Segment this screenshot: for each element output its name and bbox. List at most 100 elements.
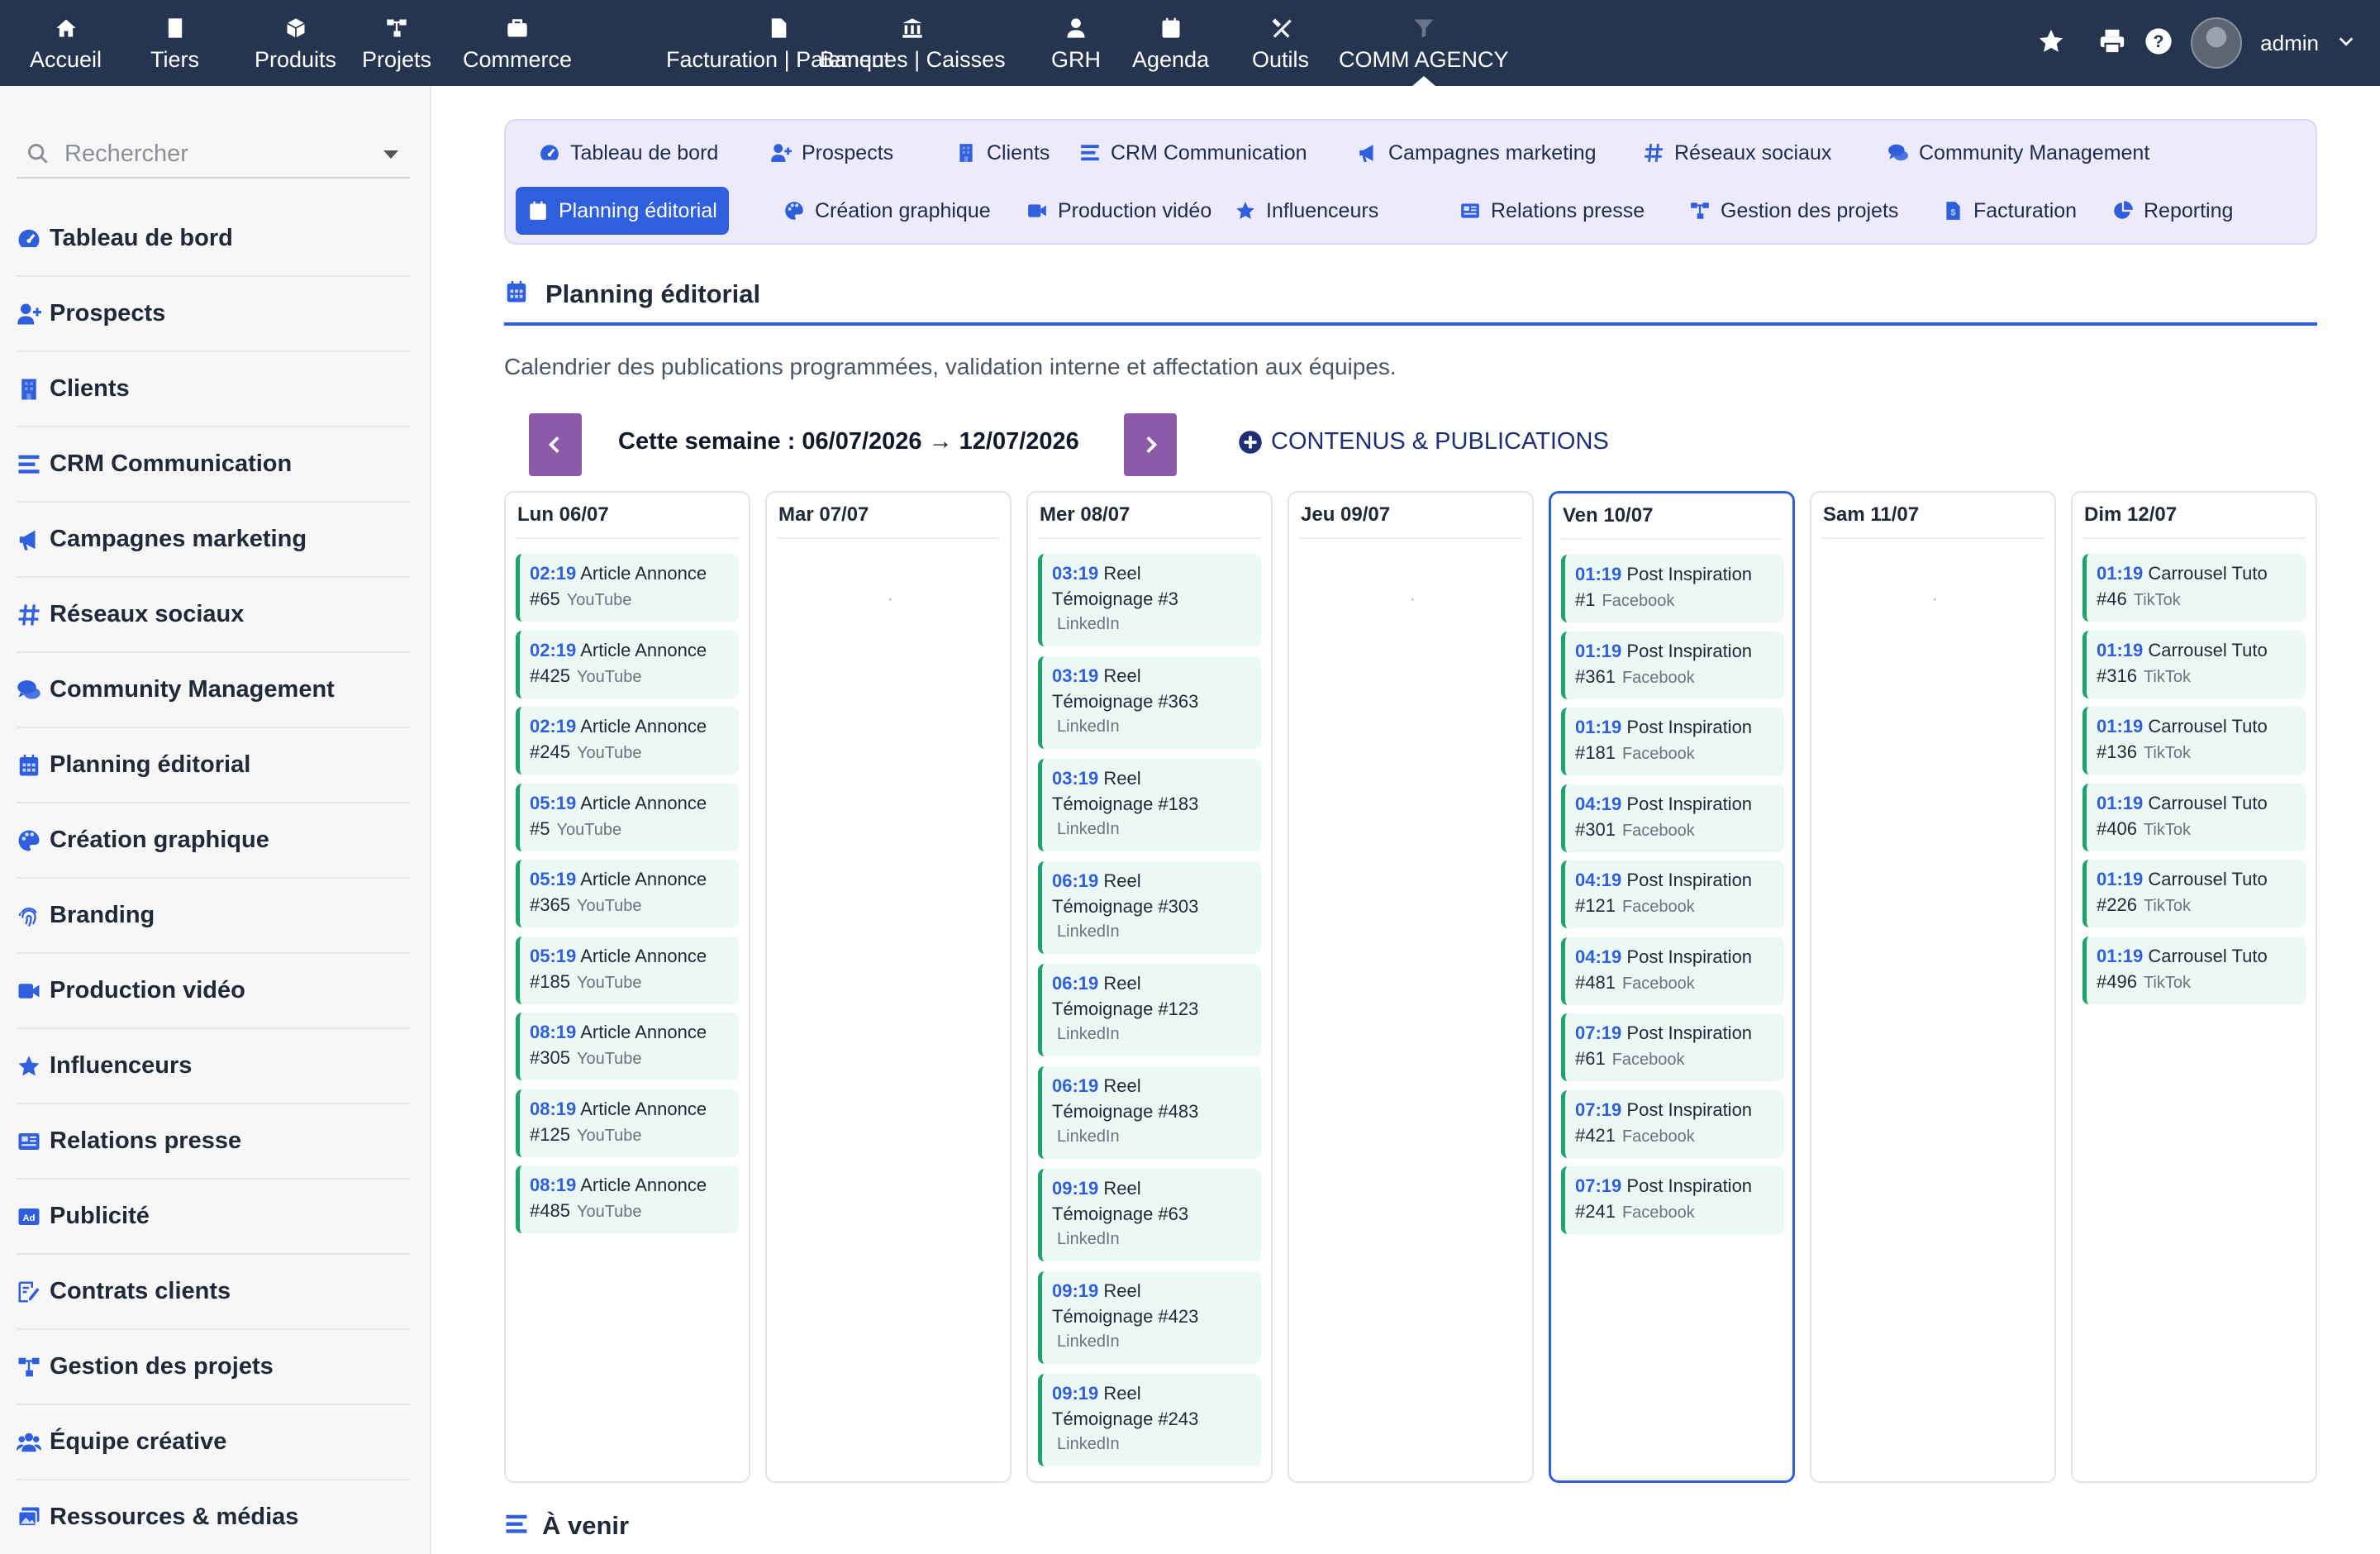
nav-grh[interactable]: GRH <box>1043 0 1109 86</box>
bookmark-star-icon[interactable] <box>2037 27 2065 60</box>
comments-icon <box>17 676 48 704</box>
post-card[interactable]: 06:19 Reel Témoignage #303 LinkedIn <box>1038 861 1261 954</box>
day-header: Ven 10/07 <box>1561 493 1783 540</box>
chevron-down-icon[interactable] <box>2337 32 2355 55</box>
tab-reporting[interactable]: Reporting <box>2101 187 2244 235</box>
tab-prospects[interactable]: Prospects <box>759 129 905 177</box>
sidebar-item-publicite[interactable]: Ad Publicité <box>17 1180 410 1255</box>
post-card[interactable]: 02:19 Article Annonce #245 YouTube <box>516 707 739 775</box>
post-time: 02:19 <box>530 716 577 736</box>
post-time: 04:19 <box>1575 870 1622 890</box>
sidebar-item-ressources-medias[interactable]: Ressources & médias <box>17 1480 410 1554</box>
tab-crm-communication[interactable]: CRM Communication <box>1068 129 1319 177</box>
sidebar-item-prospects[interactable]: Prospects <box>17 277 410 352</box>
user-name[interactable]: admin <box>2260 31 2319 56</box>
tab-planning-editorial[interactable]: Planning éditorial <box>516 187 729 235</box>
post-detail-line: #421 Facebook <box>1575 1123 1774 1150</box>
nav-banques-caisses[interactable]: Banques | Caisses <box>812 0 1014 86</box>
print-icon[interactable] <box>2098 27 2126 60</box>
post-detail-line: Témoignage #303 <box>1052 894 1251 919</box>
sidebar-item-campagnes-marketing[interactable]: Campagnes marketing <box>17 503 410 578</box>
sidebar-item-label: Gestion des projets <box>50 1353 274 1380</box>
nav-tiers[interactable]: Tiers <box>142 0 207 86</box>
sidebar-item-creation-graphique[interactable]: Création graphique <box>17 803 410 879</box>
sidebar-search[interactable]: Rechercher <box>17 131 410 179</box>
sidebar-item-gestion-des-projets[interactable]: Gestion des projets <box>17 1330 410 1405</box>
previous-week-button[interactable] <box>529 413 582 476</box>
post-card[interactable]: 03:19 Reel Témoignage #3 LinkedIn <box>1038 554 1261 646</box>
nav-comm-agency[interactable]: COMM AGENCY <box>1330 0 1517 86</box>
post-card[interactable]: 03:19 Reel Témoignage #183 LinkedIn <box>1038 759 1261 851</box>
tab-gestion-des-projets[interactable]: Gestion des projets <box>1678 187 1910 235</box>
post-card[interactable]: 04:19 Post Inspiration #301 Facebook <box>1561 784 1784 852</box>
next-week-button[interactable] <box>1124 413 1177 476</box>
post-card[interactable]: 02:19 Article Annonce #65 YouTube <box>516 554 739 622</box>
post-platform: Facebook <box>1611 1051 1685 1069</box>
post-card[interactable]: 01:19 Carrousel Tuto #496 TikTok <box>2082 936 2306 1004</box>
post-card[interactable]: 08:19 Article Annonce #125 YouTube <box>516 1089 739 1157</box>
post-card[interactable]: 04:19 Post Inspiration #121 Facebook <box>1561 860 1784 928</box>
post-card[interactable]: 01:19 Carrousel Tuto #46 TikTok <box>2082 554 2306 622</box>
post-card[interactable]: 06:19 Reel Témoignage #483 LinkedIn <box>1038 1066 1261 1159</box>
post-title: Post Inspiration <box>1626 946 1753 967</box>
post-card[interactable]: 05:19 Article Annonce #365 YouTube <box>516 860 739 927</box>
sidebar-item-relations-presse[interactable]: Relations presse <box>17 1104 410 1180</box>
post-card[interactable]: 03:19 Reel Témoignage #363 LinkedIn <box>1038 656 1261 749</box>
nav-produits[interactable]: Produits <box>246 0 345 86</box>
post-card[interactable]: 01:19 Carrousel Tuto #226 TikTok <box>2082 860 2306 927</box>
tab-reseaux-sociaux[interactable]: Réseaux sociaux <box>1631 129 1843 177</box>
post-detail-line: #65 YouTube <box>530 586 729 613</box>
post-card[interactable]: 01:19 Carrousel Tuto #316 TikTok <box>2082 630 2306 698</box>
user-avatar[interactable] <box>2191 17 2243 69</box>
sidebar-item-equipe-creative[interactable]: Équipe créative <box>17 1405 410 1480</box>
sidebar-item-branding[interactable]: Branding <box>17 879 410 954</box>
sidebar-item-community-management[interactable]: Community Management <box>17 653 410 728</box>
sidebar-item-clients[interactable]: Clients <box>17 352 410 427</box>
tab-creation-graphique[interactable]: Création graphique <box>772 187 1002 235</box>
sidebar-item-tableau-de-bord[interactable]: Tableau de bord <box>17 202 410 277</box>
post-card[interactable]: 01:19 Post Inspiration #361 Facebook <box>1561 631 1784 699</box>
post-card[interactable]: 01:19 Carrousel Tuto #406 TikTok <box>2082 783 2306 851</box>
nav-agenda[interactable]: Agenda <box>1124 0 1217 86</box>
tab-influenceurs[interactable]: Influenceurs <box>1223 187 1390 235</box>
post-card[interactable]: 07:19 Post Inspiration #241 Facebook <box>1561 1166 1784 1234</box>
sidebar-item-production-video[interactable]: Production vidéo <box>17 954 410 1029</box>
post-card[interactable]: 04:19 Post Inspiration #481 Facebook <box>1561 937 1784 1005</box>
post-card[interactable]: 07:19 Post Inspiration #61 Facebook <box>1561 1013 1784 1081</box>
sidebar-item-influenceurs[interactable]: Influenceurs <box>17 1029 410 1104</box>
sidebar-item-planning-editorial[interactable]: Planning éditorial <box>17 728 410 803</box>
post-card[interactable]: 06:19 Reel Témoignage #123 LinkedIn <box>1038 964 1261 1056</box>
post-card[interactable]: 01:19 Post Inspiration #181 Facebook <box>1561 708 1784 775</box>
sidebar-item-reseaux-sociaux[interactable]: Réseaux sociaux <box>17 578 410 653</box>
post-card[interactable]: 01:19 Carrousel Tuto #136 TikTok <box>2082 707 2306 775</box>
post-card[interactable]: 08:19 Article Annonce #485 YouTube <box>516 1166 739 1233</box>
tab-campagnes-marketing[interactable]: Campagnes marketing <box>1345 129 1608 177</box>
tab-clients[interactable]: Clients <box>944 129 1061 177</box>
tab-community-management[interactable]: Community Management <box>1876 129 2161 177</box>
tab-facturation[interactable]: $ Facturation <box>1930 187 2088 235</box>
post-card[interactable]: 09:19 Reel Témoignage #243 LinkedIn <box>1038 1374 1261 1466</box>
nav-projets[interactable]: Projets <box>354 0 440 86</box>
tab-production-video[interactable]: Production vidéo <box>1015 187 1223 235</box>
post-card[interactable]: 09:19 Reel Témoignage #423 LinkedIn <box>1038 1271 1261 1364</box>
post-time: 01:19 <box>2097 869 2144 889</box>
post-card[interactable]: 07:19 Post Inspiration #421 Facebook <box>1561 1089 1784 1158</box>
tab-tableau-de-bord[interactable]: Tableau de bord <box>527 129 730 177</box>
nav-outils[interactable]: Outils <box>1244 0 1317 86</box>
search-dropdown-icon[interactable] <box>383 150 398 159</box>
post-card[interactable]: 09:19 Reel Témoignage #63 LinkedIn <box>1038 1169 1261 1261</box>
post-card[interactable]: 01:19 Post Inspiration #1 Facebook <box>1561 555 1784 622</box>
contents-publications-link[interactable]: CONTENUS & PUBLICATIONS <box>1238 428 1609 455</box>
post-card[interactable]: 08:19 Article Annonce #305 YouTube <box>516 1013 739 1080</box>
post-card[interactable]: 05:19 Article Annonce #5 YouTube <box>516 783 739 851</box>
sidebar-item-label: Planning éditorial <box>50 751 251 778</box>
sidebar-item-crm-communication[interactable]: CRM Communication <box>17 427 410 503</box>
help-icon[interactable]: ? <box>2144 27 2173 60</box>
upcoming-section-header: À venir <box>504 1511 629 1541</box>
post-card[interactable]: 02:19 Article Annonce #425 YouTube <box>516 630 739 698</box>
post-card[interactable]: 05:19 Article Annonce #185 YouTube <box>516 936 739 1004</box>
sidebar-item-contrats-clients[interactable]: Contrats clients <box>17 1255 410 1330</box>
tab-relations-presse[interactable]: Relations presse <box>1448 187 1656 235</box>
nav-accueil[interactable]: Accueil <box>21 0 110 86</box>
nav-commerce[interactable]: Commerce <box>455 0 580 86</box>
